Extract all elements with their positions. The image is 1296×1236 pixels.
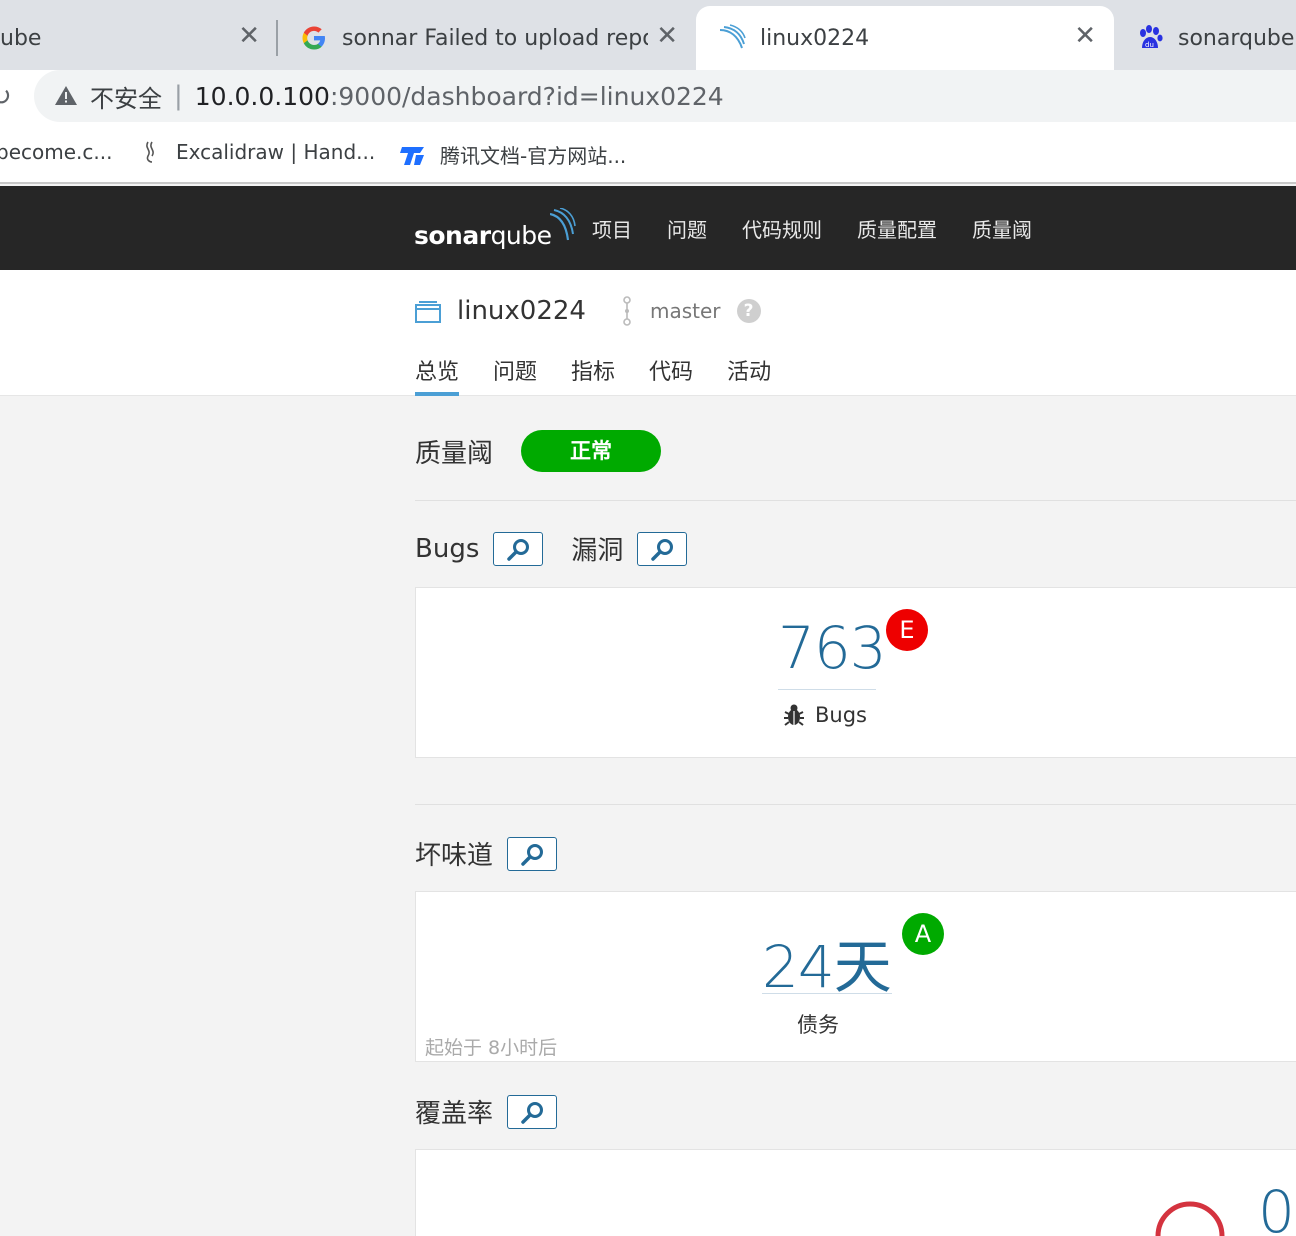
help-icon[interactable]: ? bbox=[736, 299, 761, 323]
nav-quality-gates[interactable]: 质量阈 bbox=[972, 214, 1032, 243]
technical-debt-value[interactable]: 24天 bbox=[762, 920, 892, 1004]
bugs-card: 763 E Bugs bbox=[415, 587, 1296, 758]
bugs-rating-badge[interactable]: E bbox=[886, 609, 928, 651]
debt-value-underline bbox=[762, 993, 892, 994]
magnifier-icon bbox=[521, 1101, 544, 1124]
coverage-donut-icon bbox=[1155, 1201, 1225, 1236]
code-smells-title: 坏味道 bbox=[415, 841, 494, 871]
code-smells-drilldown-button[interactable] bbox=[507, 836, 558, 871]
bugs-metric-label: Bugs bbox=[783, 703, 867, 727]
browser-tab-strip: ube ✕ sonnar Failed to upload report ✕ l… bbox=[0, 0, 1296, 70]
tab-measures[interactable]: 指标 bbox=[571, 354, 615, 396]
project-tabs: 总览 问题 指标 代码 活动 bbox=[415, 354, 805, 396]
sonarqube-navbar: sonarqube 项目 问题 代码规则 质量配置 质量阈 bbox=[0, 186, 1296, 270]
branch-name[interactable]: master bbox=[650, 299, 721, 323]
bookmark-item-tencent-docs[interactable]: 腾讯文档-官方网站... bbox=[400, 140, 626, 169]
omnibox[interactable]: 不安全 | 10.0.0.100 :9000/dashboard?id=linu… bbox=[34, 70, 1296, 122]
project-name[interactable]: linux0224 bbox=[457, 296, 586, 326]
quality-gate-row: 质量阈 正常 bbox=[415, 430, 662, 472]
tab-separator bbox=[276, 20, 278, 56]
sonarqube-favicon-icon bbox=[719, 24, 746, 49]
bookmark-label: 腾讯文档-官方网站... bbox=[440, 144, 627, 168]
coverage-header: 覆盖率 bbox=[415, 1093, 585, 1130]
nav-projects[interactable]: 项目 bbox=[592, 214, 632, 243]
nav-quality-profiles[interactable]: 质量配置 bbox=[857, 214, 937, 243]
bugs-count[interactable]: 763 bbox=[778, 614, 887, 682]
bug-icon bbox=[784, 704, 804, 726]
maintainability-rating-badge[interactable]: A bbox=[902, 913, 944, 955]
magnifier-icon bbox=[507, 538, 530, 561]
project-header: linux0224 master ? 总览 问题 指标 代码 活动 bbox=[0, 270, 1296, 396]
bookmark-label: become.c... bbox=[0, 140, 113, 164]
tab-title: sonnar Failed to upload report bbox=[342, 25, 648, 51]
logo-text-light: qube bbox=[490, 221, 552, 250]
debt-label: 债务 bbox=[797, 1013, 839, 1037]
url-host: 10.0.0.100 bbox=[194, 81, 330, 111]
divider bbox=[415, 804, 1296, 805]
google-icon bbox=[302, 26, 325, 50]
svg-text:du: du bbox=[1145, 41, 1154, 49]
bugs-title: Bugs bbox=[415, 533, 480, 564]
divider bbox=[415, 500, 1296, 501]
sonarqube-waves-icon bbox=[549, 208, 576, 241]
sonarqube-main-menu: 项目 问题 代码规则 质量配置 质量阈 bbox=[592, 214, 1067, 243]
tab-title: ube bbox=[0, 25, 42, 51]
excalidraw-icon bbox=[146, 141, 154, 163]
tab-issues[interactable]: 问题 bbox=[493, 354, 537, 396]
browser-tab-2[interactable]: sonnar Failed to upload report ✕ bbox=[296, 6, 694, 70]
quality-gate-title: 质量阈 bbox=[415, 438, 494, 469]
coverage-drilldown-button[interactable] bbox=[507, 1094, 558, 1129]
coverage-card: 0. bbox=[415, 1149, 1296, 1236]
address-bar-row: ↻ 不安全 | 10.0.0.100 :9000/dashboard?id=li… bbox=[0, 70, 1296, 124]
vulnerabilities-title: 漏洞 bbox=[571, 536, 624, 566]
url-path: :9000/dashboard?id=linux0224 bbox=[329, 81, 724, 111]
quality-gate-status-badge: 正常 bbox=[521, 430, 662, 472]
debt-card: 24天 A 债务 起始于 8小时后 bbox=[415, 891, 1296, 1062]
close-icon[interactable]: ✕ bbox=[1074, 22, 1096, 50]
debt-metric-label: 债务 bbox=[797, 1009, 839, 1039]
bookmark-label: Excalidraw | Hand... bbox=[176, 140, 376, 164]
bugs-count-underline bbox=[778, 689, 876, 690]
tab-code[interactable]: 代码 bbox=[649, 354, 693, 396]
vulnerabilities-drilldown-button[interactable] bbox=[637, 531, 688, 566]
bookmarks-bar: become.c... Excalidraw | Hand... 腾讯文档-官方… bbox=[0, 124, 1296, 184]
nav-issues[interactable]: 问题 bbox=[667, 214, 707, 243]
reload-icon[interactable]: ↻ bbox=[0, 82, 12, 112]
magnifier-icon bbox=[651, 538, 674, 561]
bugs-drilldown-button[interactable] bbox=[493, 531, 544, 566]
bugs-label: Bugs bbox=[815, 703, 867, 727]
nav-rules[interactable]: 代码规则 bbox=[742, 214, 822, 243]
logo-text-bold: sonar bbox=[414, 221, 491, 250]
baidu-paw-icon: du bbox=[1140, 25, 1163, 49]
branch-icon bbox=[623, 296, 631, 326]
browser-tab-1[interactable]: ube ✕ bbox=[0, 6, 278, 70]
coverage-title: 覆盖率 bbox=[415, 1099, 494, 1129]
tab-overview[interactable]: 总览 bbox=[415, 354, 460, 396]
bookmark-item[interactable]: become.c... bbox=[0, 140, 112, 164]
tab-activity[interactable]: 活动 bbox=[727, 354, 771, 396]
tencent-docs-icon bbox=[400, 146, 424, 165]
close-icon[interactable]: ✕ bbox=[238, 22, 260, 50]
not-secure-label: 不安全 bbox=[90, 84, 162, 113]
tab-title: sonarqube F bbox=[1178, 25, 1296, 51]
warning-icon bbox=[55, 86, 77, 105]
coverage-value[interactable]: 0. bbox=[1258, 1178, 1296, 1236]
leak-period-since: 起始于 8小时后 bbox=[425, 1037, 558, 1059]
tab-title: linux0224 bbox=[760, 25, 870, 51]
browser-tab-4[interactable]: du sonarqube F bbox=[1116, 6, 1296, 70]
browser-tab-3-active[interactable]: linux0224 ✕ bbox=[696, 6, 1114, 70]
sonarqube-logo[interactable]: sonarqube bbox=[414, 204, 576, 250]
omnibox-separator: | bbox=[174, 81, 183, 111]
project-icon bbox=[415, 301, 441, 323]
bugs-vulnerabilities-header: Bugs 漏洞 bbox=[415, 530, 715, 567]
close-icon[interactable]: ✕ bbox=[656, 22, 678, 50]
project-title-row: linux0224 master ? bbox=[415, 296, 761, 326]
magnifier-icon bbox=[521, 843, 544, 866]
code-smells-header: 坏味道 bbox=[415, 835, 585, 872]
bookmark-item-excalidraw[interactable]: Excalidraw | Hand... bbox=[140, 140, 375, 164]
